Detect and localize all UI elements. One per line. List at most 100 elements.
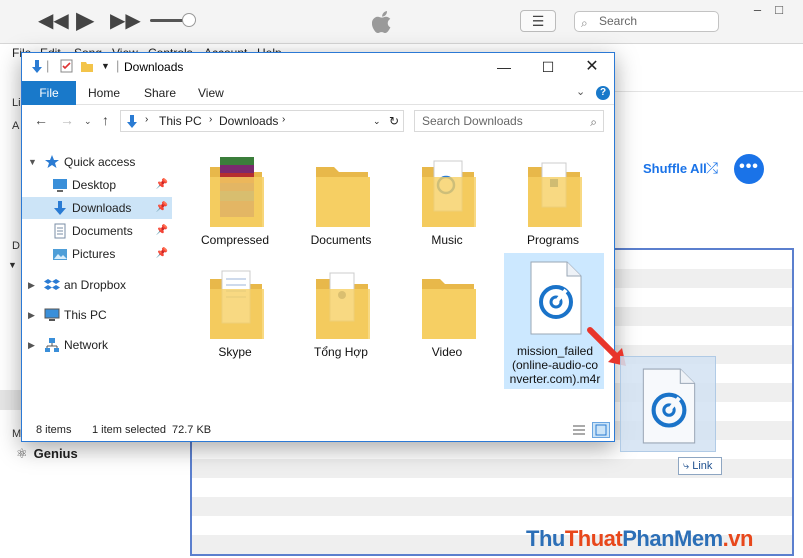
expand-arrow-icon[interactable]: ▶: [28, 304, 35, 326]
pin-icon[interactable]: 📌: [156, 174, 168, 196]
sidebar-highlight: [0, 390, 22, 410]
pictures-icon: [53, 249, 67, 260]
rewind-icon[interactable]: ◀◀: [38, 8, 69, 34]
itunes-search-input[interactable]: ⌕ Search: [574, 11, 719, 32]
shuffle-all-button[interactable]: Shuffle All: [643, 161, 707, 176]
sidebar-fragment: D: [12, 240, 20, 252]
sidebar-item-genius[interactable]: ⚛ Genius: [16, 446, 78, 462]
drag-preview: [620, 356, 716, 452]
window-title: Downloads: [124, 60, 184, 74]
apple-logo-icon: [372, 11, 391, 33]
collapse-arrow-icon[interactable]: ▼: [8, 260, 17, 270]
selection-info: 1 item selected: [92, 424, 166, 436]
nav-downloads[interactable]: Downloads 📌: [22, 197, 172, 219]
watermark-logo: ThuThuatPhanMem.vn: [526, 526, 753, 552]
nav-label: Documents: [72, 224, 133, 238]
volume-knob[interactable]: [182, 13, 196, 27]
file-item[interactable]: Tổng Hợp: [288, 255, 394, 369]
download-icon: [54, 201, 66, 215]
separator: |: [116, 58, 120, 73]
breadcrumb-separator: ›: [145, 114, 149, 125]
back-arrow-icon[interactable]: ←: [34, 112, 48, 128]
file-item[interactable]: Skype: [182, 255, 288, 369]
file-item[interactable]: Documents: [288, 143, 394, 257]
recent-locations-icon[interactable]: ⌄: [84, 116, 92, 127]
expand-arrow-icon[interactable]: ▶: [28, 334, 35, 356]
drag-link-tooltip: ⤷ Link: [678, 457, 722, 475]
status-bar: 8 items 1 item selected 72.7 KB: [22, 419, 614, 441]
tab-home[interactable]: Home: [76, 81, 132, 105]
folder-icon: [316, 272, 370, 339]
forward-arrow-icon[interactable]: →: [60, 112, 74, 128]
address-dropdown-icon[interactable]: ⌄: [373, 116, 381, 127]
file-explorer-window: | ▼ | Downloads — ☐ ✕ File Home Share Vi…: [21, 52, 615, 442]
watermark-part: .vn: [722, 526, 754, 551]
list-view-button[interactable]: ☰: [520, 10, 556, 32]
close-button[interactable]: ✕: [570, 53, 614, 81]
folder-icon: [422, 279, 476, 339]
large-icons-view-icon[interactable]: [592, 422, 610, 438]
expand-arrow-icon[interactable]: ▶: [28, 274, 35, 296]
search-downloads-input[interactable]: Search Downloads ⌕: [414, 110, 604, 132]
expand-ribbon-icon[interactable]: ⌄: [576, 85, 585, 98]
maximize-button[interactable]: ☐: [526, 53, 570, 81]
file-label: Documents: [310, 233, 372, 247]
more-options-button[interactable]: •••: [734, 154, 764, 184]
tab-share[interactable]: Share: [132, 81, 188, 105]
navigation-bar: ← → ⌄ ↑ › This PC › Downloads › ⌄ ↻ Sear…: [22, 105, 614, 137]
nav-desktop[interactable]: Desktop 📌: [22, 174, 172, 196]
watermark-part: Thu: [526, 526, 565, 551]
file-item[interactable]: Music: [394, 143, 500, 257]
details-view-icon[interactable]: [570, 422, 588, 438]
shuffle-icon[interactable]: ⤮: [706, 160, 718, 177]
nav-label: Downloads: [72, 201, 132, 215]
audio-file-icon: [530, 261, 582, 335]
properties-icon[interactable]: [60, 59, 74, 73]
nav-pictures[interactable]: Pictures 📌: [22, 243, 172, 265]
file-label: Programs: [526, 233, 579, 247]
itunes-toolbar: ◀◀ ▶ ▶▶ ☰ ⌕ Search –□: [0, 0, 803, 44]
new-folder-icon[interactable]: [80, 59, 94, 73]
nav-dropbox[interactable]: ▶ an Dropbox: [22, 274, 172, 296]
address-bar[interactable]: › This PC › Downloads › ⌄ ↻: [120, 110, 404, 132]
item-count: 8 items: [36, 424, 72, 436]
file-label: Tổng Hợp: [314, 345, 368, 359]
pin-icon[interactable]: 📌: [156, 197, 168, 219]
link-icon: ⤷: [683, 460, 690, 472]
tab-file[interactable]: File: [22, 81, 76, 105]
play-icon[interactable]: ▶: [76, 8, 94, 34]
fast-forward-icon[interactable]: ▶▶: [110, 8, 141, 34]
quick-access-dropdown-icon[interactable]: ▼: [101, 61, 110, 71]
minimize-button[interactable]: —: [482, 53, 526, 81]
itunes-window-controls[interactable]: –□: [754, 2, 797, 17]
tab-view[interactable]: View: [186, 81, 236, 105]
ribbon-tabs: File Home Share View ⌄ ?: [22, 81, 614, 105]
programs-folder-icon: [528, 162, 582, 227]
nav-quick-access[interactable]: ▼ Quick access: [22, 151, 172, 173]
itunes-subbar: [610, 62, 803, 92]
genius-atom-icon: ⚛: [16, 446, 28, 461]
explorer-titlebar: | ▼ | Downloads — ☐ ✕: [22, 53, 614, 81]
link-label: Link: [692, 460, 713, 472]
pin-icon[interactable]: 📌: [156, 243, 168, 265]
nav-this-pc[interactable]: ▶ This PC: [22, 304, 172, 326]
selection-size: 72.7 KB: [172, 424, 212, 436]
file-item[interactable]: Compressed: [182, 143, 288, 257]
file-item[interactable]: Video: [394, 255, 500, 369]
dropbox-icon: [44, 279, 60, 290]
breadcrumb-this-pc[interactable]: This PC: [159, 114, 202, 128]
breadcrumb-downloads[interactable]: Downloads: [219, 114, 278, 128]
up-arrow-icon[interactable]: ↑: [102, 112, 109, 128]
download-arrow-icon: [127, 115, 137, 128]
file-label: Skype: [218, 345, 252, 359]
file-list: Compressed Documents Music Programs Skyp…: [172, 137, 614, 419]
breadcrumb-separator: ›: [282, 114, 286, 125]
help-icon[interactable]: ?: [596, 86, 610, 100]
nav-network[interactable]: ▶ Network: [22, 334, 172, 356]
download-arrow-icon: [32, 60, 42, 73]
refresh-icon[interactable]: ↻: [389, 114, 399, 128]
nav-documents[interactable]: Documents 📌: [22, 220, 172, 242]
file-item[interactable]: Programs: [500, 143, 606, 257]
expand-arrow-icon[interactable]: ▼: [28, 151, 37, 173]
pin-icon[interactable]: 📌: [156, 220, 168, 242]
